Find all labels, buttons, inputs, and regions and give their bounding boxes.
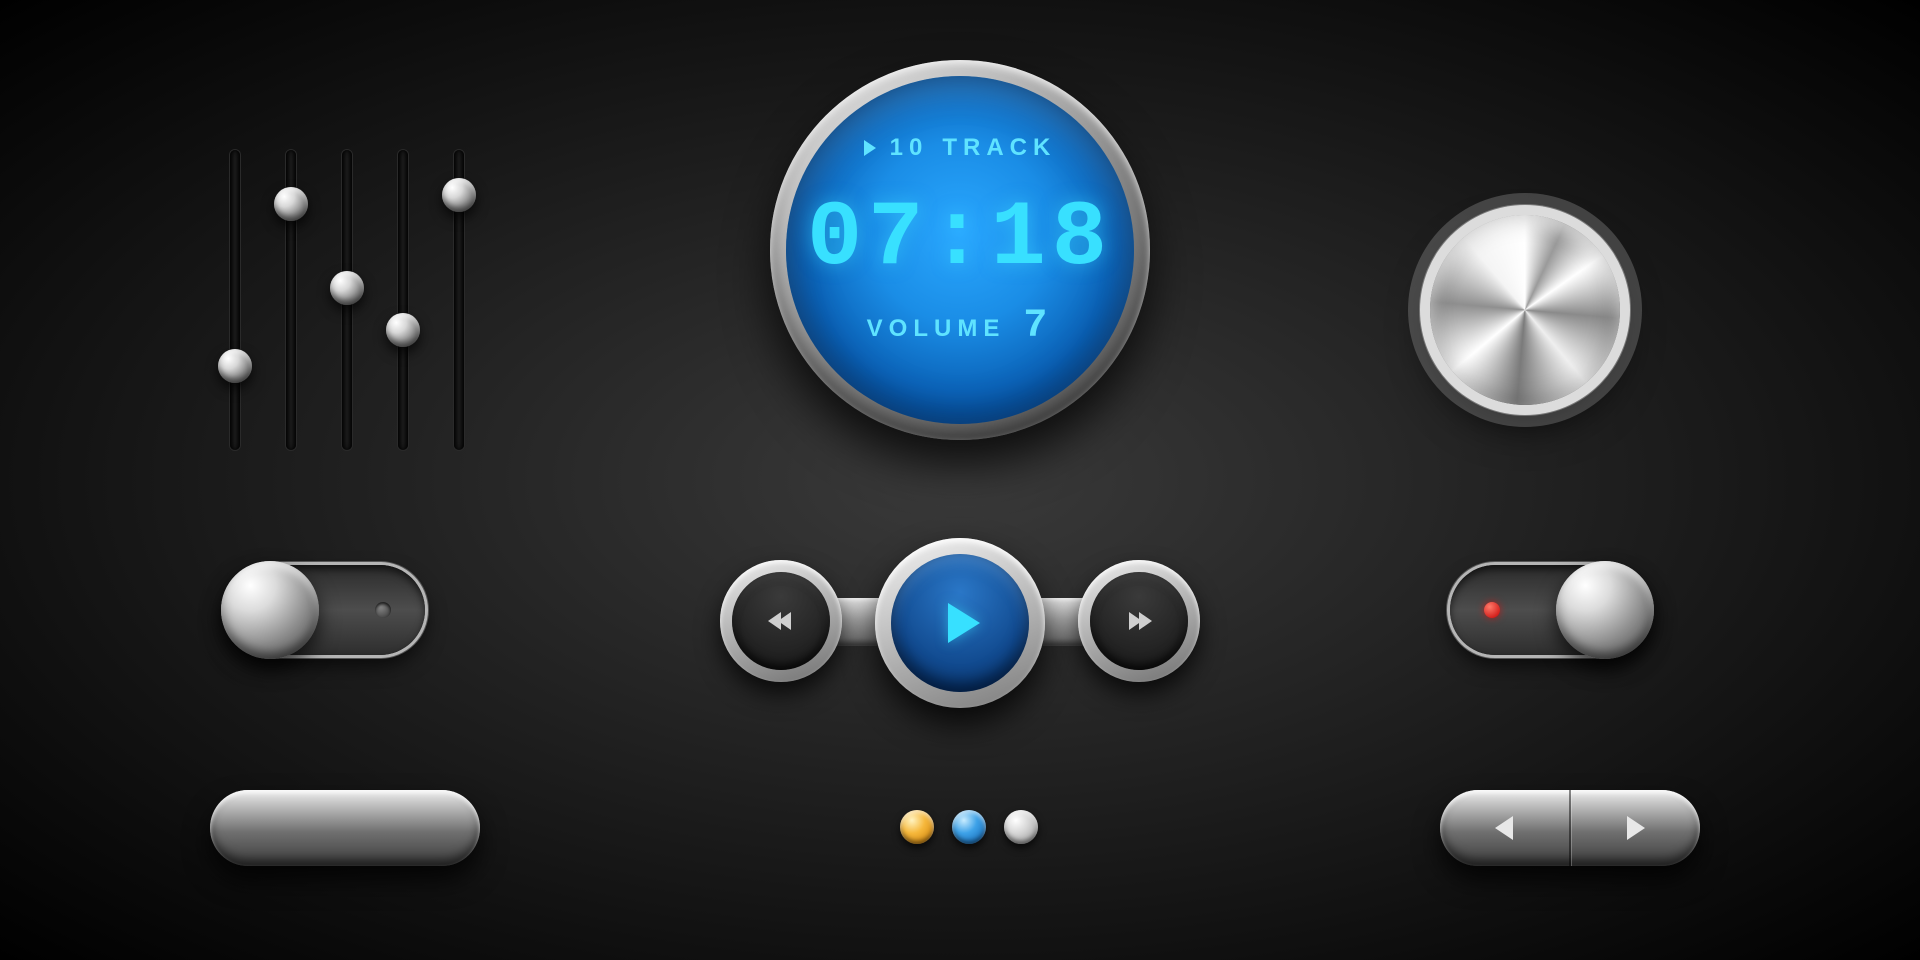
eq-band-1[interactable] [230, 150, 240, 450]
eq-knob-1[interactable] [218, 349, 252, 383]
double-chevron-right-icon [1129, 612, 1149, 630]
track-number: 10 [890, 134, 929, 162]
lcd-track-row: 10 TRACK [786, 134, 1134, 162]
transport-controls [700, 540, 1220, 710]
indicator-dots [900, 810, 1038, 844]
eq-band-3[interactable] [342, 150, 352, 450]
eq-knob-2[interactable] [274, 187, 308, 221]
toggle-left-indicator [375, 602, 391, 618]
volume-value: 7 [1023, 304, 1053, 349]
previous-button[interactable] [720, 560, 842, 682]
eq-band-2[interactable] [286, 150, 296, 450]
triangle-right-icon [1627, 816, 1645, 840]
triangle-left-icon [1495, 816, 1513, 840]
rotary-knob[interactable] [1430, 215, 1620, 405]
next-button[interactable] [1078, 560, 1200, 682]
toggle-right-handle[interactable] [1556, 561, 1654, 659]
equalizer [230, 150, 464, 450]
segmented-next-button[interactable] [1571, 790, 1701, 866]
lcd-volume-row: VOLUME 7 [786, 304, 1134, 349]
track-label: TRACK [942, 134, 1056, 162]
volume-label: VOLUME [867, 315, 1006, 343]
segmented-nav [1440, 790, 1700, 866]
play-button[interactable] [875, 538, 1045, 708]
double-chevron-left-icon [771, 612, 791, 630]
segmented-prev-button[interactable] [1440, 790, 1571, 866]
toggle-left-handle[interactable] [221, 561, 319, 659]
lcd-display: 10 TRACK 07:18 VOLUME 7 [770, 60, 1150, 440]
indicator-dot-blue[interactable] [952, 810, 986, 844]
toggle-switch-right[interactable] [1450, 565, 1650, 655]
lcd-time: 07:18 [786, 186, 1134, 291]
lcd-face: 10 TRACK 07:18 VOLUME 7 [786, 76, 1134, 424]
toggle-switch-left[interactable] [225, 565, 425, 655]
eq-knob-3[interactable] [330, 271, 364, 305]
indicator-dot-silver[interactable] [1004, 810, 1038, 844]
eq-knob-4[interactable] [386, 313, 420, 347]
eq-knob-5[interactable] [442, 178, 476, 212]
eq-band-5[interactable] [454, 150, 464, 450]
eq-band-4[interactable] [398, 150, 408, 450]
play-icon [948, 603, 980, 643]
toggle-right-indicator [1484, 602, 1500, 618]
play-status-icon [864, 140, 876, 156]
indicator-dot-amber[interactable] [900, 810, 934, 844]
pill-button[interactable] [210, 790, 480, 866]
